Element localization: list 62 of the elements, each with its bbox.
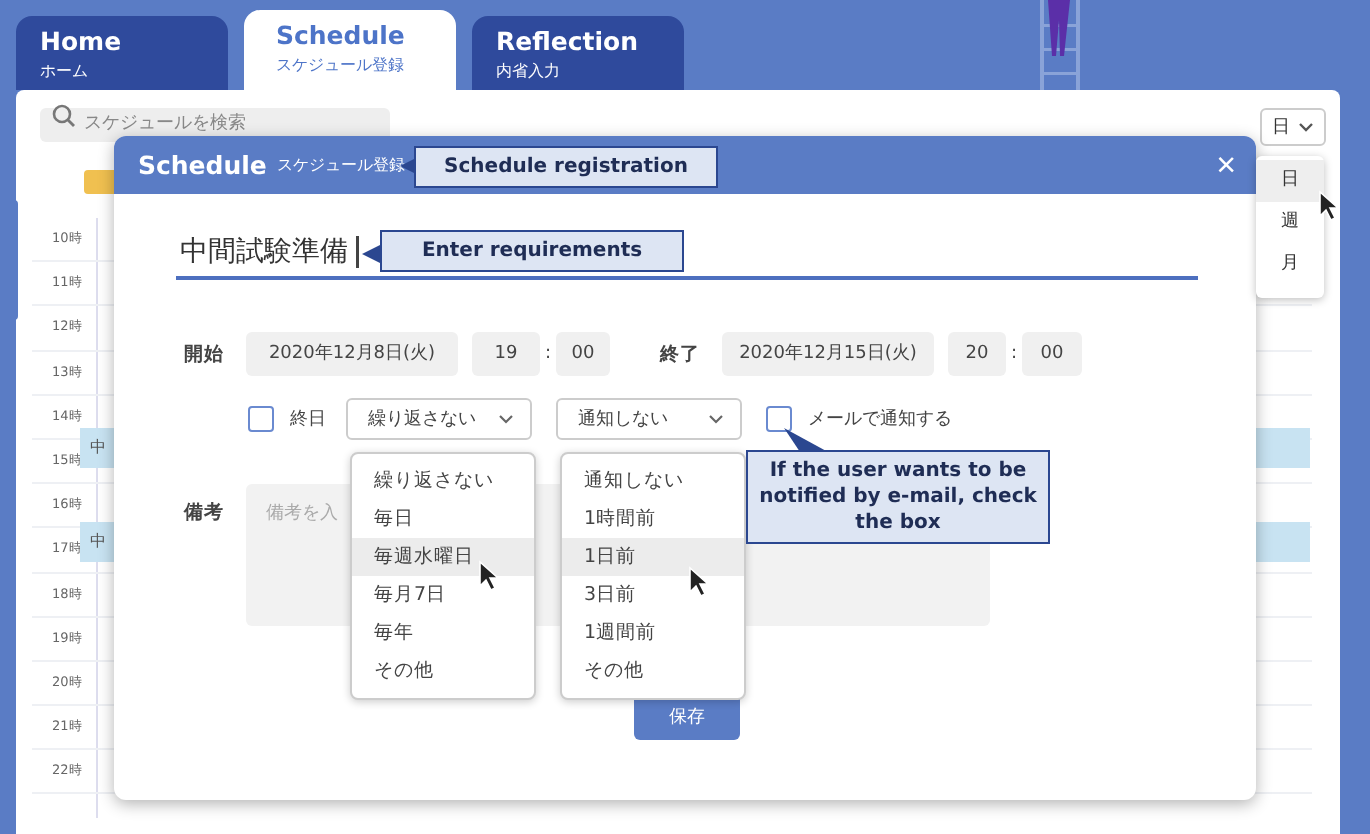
pointer-icon — [478, 560, 500, 592]
hour-field[interactable]: 20 — [948, 332, 1006, 376]
callout: Schedule registration — [414, 146, 718, 188]
menu-item[interactable]: 週 — [1256, 202, 1324, 244]
dropdown-option[interactable]: 毎週水曜日 — [352, 538, 534, 576]
dropdown-option[interactable]: 毎月7日 — [352, 576, 534, 614]
dropdown-option[interactable]: 1時間前 — [562, 500, 744, 538]
scroll-bar — [10, 200, 18, 320]
field-label: 開始 — [184, 341, 226, 367]
event-block[interactable]: 中 — [80, 522, 114, 562]
pointer-icon — [688, 566, 710, 598]
dropdown-option[interactable]: その他 — [352, 652, 534, 690]
chevron-down-icon — [1298, 122, 1314, 132]
dropdown-option[interactable]: 毎年 — [352, 614, 534, 652]
tab[interactable]: Schedule スケジュール登録 — [244, 10, 456, 90]
event-block[interactable]: 中 — [80, 428, 114, 468]
callout: Enter requirements — [380, 230, 684, 272]
dropdown-option[interactable]: 1日前 — [562, 538, 744, 576]
callout-pointer-icon — [362, 244, 382, 264]
time-separator: : — [542, 344, 554, 364]
dropdown-option[interactable]: 1週間前 — [562, 614, 744, 652]
tab-sublabel: 内省入力 — [496, 60, 560, 82]
chevron-down-icon — [498, 414, 514, 424]
dropdown-option[interactable]: 毎日 — [352, 500, 534, 538]
checkbox[interactable] — [248, 406, 274, 432]
text-cursor-icon — [356, 232, 360, 272]
dropdown-option[interactable]: 3日前 — [562, 576, 744, 614]
date-field[interactable]: 2020年12月8日(火) — [246, 332, 458, 376]
dialog-subtitle: スケジュール登録 — [276, 154, 405, 176]
tab-label: Reflection — [496, 26, 639, 56]
hour-field[interactable]: 19 — [472, 332, 540, 376]
tab[interactable]: Reflection 内省入力 — [472, 16, 684, 90]
minute-field[interactable]: 00 — [1022, 332, 1082, 376]
date-field[interactable]: 2020年12月15日(火) — [722, 332, 934, 376]
search-icon — [52, 104, 76, 128]
callout-pointer-icon — [784, 428, 828, 452]
search-field[interactable]: スケジュールを検索 — [40, 107, 390, 141]
menu-item[interactable]: 日 — [1256, 160, 1324, 202]
field-label: 終了 — [660, 341, 702, 367]
minute-field[interactable]: 00 — [556, 332, 610, 376]
dropdown-option[interactable]: 繰り返さない — [352, 462, 534, 500]
tab-sublabel: スケジュール登録 — [276, 54, 404, 76]
select-field[interactable]: 繰り返さない — [346, 398, 532, 440]
time-separator: : — [1008, 344, 1020, 364]
tab-label: Schedule — [276, 20, 405, 50]
field-label: 備考 — [184, 500, 226, 528]
checkbox-label: メールで通知する — [808, 407, 952, 432]
select-field[interactable]: 通知しない — [556, 398, 742, 440]
tab[interactable]: Home ホーム — [16, 16, 228, 90]
checkbox[interactable] — [766, 406, 792, 432]
close-button[interactable]: × — [1216, 148, 1236, 182]
menu-item[interactable]: 月 — [1256, 244, 1324, 286]
tab-sublabel: ホーム — [40, 60, 88, 82]
ladder-drawing — [1036, 0, 1084, 90]
dropdown-option[interactable]: その他 — [562, 652, 744, 690]
checkbox-label: 終日 — [290, 407, 326, 432]
tab-label: Home — [40, 26, 122, 56]
chevron-down-icon — [708, 414, 724, 424]
dialog-title: Schedule — [138, 150, 267, 180]
callout: If the user wants to be notified by e-mail, check the box — [746, 450, 1050, 544]
dropdown-option[interactable]: 通知しない — [562, 462, 744, 500]
view-select[interactable]: 日 — [1260, 108, 1326, 146]
